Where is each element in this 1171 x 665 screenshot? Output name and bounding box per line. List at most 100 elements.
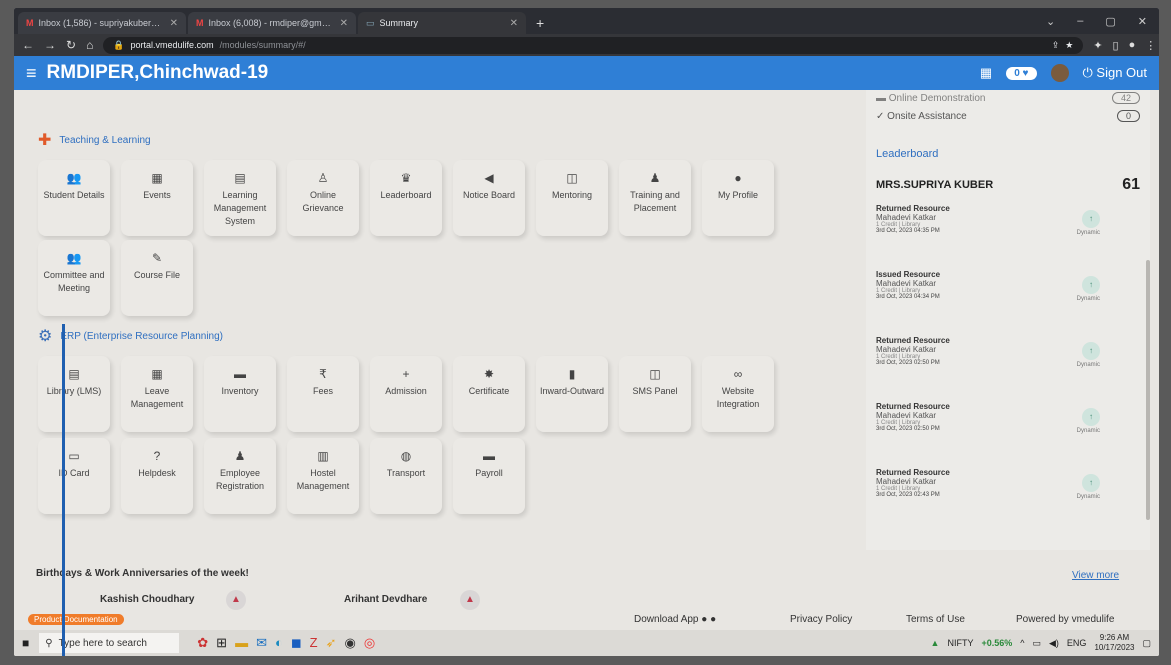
module-tile[interactable]: ◀ Notice Board bbox=[453, 160, 525, 236]
privacy-policy-link[interactable]: Privacy Policy bbox=[790, 614, 852, 625]
activity-date: 3rd Oct, 2023 02:43 PM bbox=[876, 492, 940, 498]
monitor-icon: ▬ bbox=[876, 92, 886, 104]
wallet-icon: ▬ bbox=[483, 449, 495, 463]
terms-link[interactable]: Terms of Use bbox=[906, 614, 965, 625]
minimize-icon[interactable]: – bbox=[1077, 15, 1083, 28]
activity-title: Returned Resource bbox=[876, 468, 950, 477]
browser-tab-active[interactable]: ▭ Summary ✕ bbox=[358, 12, 526, 34]
module-tile[interactable]: ▭ ID Card bbox=[38, 438, 110, 514]
module-tile-label: Transport bbox=[386, 468, 426, 478]
hamburger-icon[interactable]: ≡ bbox=[26, 63, 37, 84]
module-tile[interactable]: ▦ Leave Management bbox=[121, 356, 193, 432]
module-tile[interactable]: ▦ Events bbox=[121, 160, 193, 236]
activity-item[interactable]: Returned Resource Mahadevi Katkar 1 Credit… bbox=[866, 200, 1150, 266]
activity-item[interactable]: Returned Resource Mahadevi Katkar 1 Credit… bbox=[866, 398, 1150, 464]
module-tile[interactable]: ♛ Leaderboard bbox=[370, 160, 442, 236]
widgets-icon[interactable]: ✿ bbox=[197, 635, 208, 651]
network-icon[interactable]: ▭ bbox=[1032, 638, 1041, 649]
module-tile[interactable]: ◍ Transport bbox=[370, 438, 442, 514]
onsite-row[interactable]: ✓ Onsite Assistance 0 bbox=[866, 106, 1150, 126]
download-app-link[interactable]: Download App ● ● bbox=[634, 614, 716, 625]
extension-icon[interactable]: ✦ bbox=[1093, 39, 1102, 52]
clock-time: 9:26 AM bbox=[1099, 633, 1130, 642]
language-indicator[interactable]: ENG bbox=[1067, 638, 1087, 648]
clock[interactable]: 9:26 AM 10/17/2023 bbox=[1094, 633, 1134, 653]
maximize-icon[interactable]: ▢ bbox=[1105, 15, 1115, 28]
online-demo-row[interactable]: ▬ Online Demonstration 42 bbox=[866, 90, 1150, 106]
notification-badge[interactable]: 0 ♥ bbox=[1006, 66, 1037, 80]
edge-icon[interactable]: ◐ bbox=[275, 635, 283, 651]
activity-item[interactable]: Returned Resource Mahadevi Katkar 1 Credit… bbox=[866, 332, 1150, 398]
folder-icon[interactable]: ➶ bbox=[326, 635, 337, 651]
close-icon[interactable]: ✕ bbox=[510, 18, 518, 29]
task-view-icon[interactable]: ⊞ bbox=[216, 635, 227, 651]
browser-tab[interactable]: M Inbox (6,008) - rmdiper@gmail.c ✕ bbox=[188, 12, 356, 34]
volume-icon[interactable]: ◀) bbox=[1049, 638, 1059, 649]
view-more-link[interactable]: View more bbox=[1072, 570, 1119, 581]
module-tile[interactable]: ? Helpdesk bbox=[121, 438, 193, 514]
module-tile[interactable]: ♙ Online Grievance bbox=[287, 160, 359, 236]
share-icon[interactable]: ⇪ bbox=[1052, 40, 1060, 51]
sidebar-icon[interactable]: ▯ bbox=[1113, 39, 1119, 52]
module-tile[interactable]: + Admission bbox=[370, 356, 442, 432]
mail-icon[interactable]: ✉ bbox=[256, 635, 267, 651]
close-icon[interactable]: ✕ bbox=[340, 18, 348, 29]
activity-item[interactable]: Issued Resource Mahadevi Katkar 1 Credit |… bbox=[866, 266, 1150, 332]
user-tie-icon: ♟ bbox=[649, 171, 661, 185]
new-tab-icon[interactable]: + bbox=[528, 15, 552, 34]
panel-scrollbar[interactable] bbox=[1146, 260, 1150, 520]
module-tile[interactable]: ♟ Employee Registration bbox=[204, 438, 276, 514]
filezilla-icon[interactable]: Z bbox=[310, 635, 318, 651]
store-icon[interactable]: ◼ bbox=[291, 635, 302, 651]
browser-tab[interactable]: M Inbox (1,586) - supriyakuber@g ✕ bbox=[18, 12, 186, 34]
module-tile-label: Admission bbox=[385, 386, 427, 396]
module-tile[interactable]: ▤ Library (LMS) bbox=[38, 356, 110, 432]
module-tile[interactable]: ▥ Hostel Management bbox=[287, 438, 359, 514]
menu-icon[interactable]: ⋮ bbox=[1145, 39, 1156, 52]
reload-icon[interactable]: ↻ bbox=[66, 38, 76, 52]
activity-tag: Dynamic bbox=[1076, 230, 1100, 236]
module-tile[interactable]: ♟ Training and Placement bbox=[619, 160, 691, 236]
module-tile[interactable]: ₹ Fees bbox=[287, 356, 359, 432]
module-tile[interactable]: ▬ Payroll bbox=[453, 438, 525, 514]
avatar[interactable] bbox=[1050, 64, 1069, 82]
module-tile[interactable]: ◫ Mentoring bbox=[536, 160, 608, 236]
module-tile-label: Notice Board bbox=[462, 190, 516, 200]
file-explorer-icon[interactable]: ▬ bbox=[235, 635, 248, 651]
forward-icon[interactable]: → bbox=[44, 38, 56, 52]
chevron-down-icon[interactable]: ⌄ bbox=[1046, 15, 1055, 28]
module-tile[interactable]: ▤ Learning Management System bbox=[204, 160, 276, 236]
home-icon[interactable]: ⌂ bbox=[86, 38, 93, 52]
close-icon[interactable]: ✕ bbox=[170, 18, 178, 29]
module-tile[interactable]: ✎ Course File bbox=[121, 240, 193, 316]
module-tile[interactable]: ◫ SMS Panel bbox=[619, 356, 691, 432]
notification-icon[interactable]: ▢ bbox=[1142, 638, 1151, 649]
tray-expand-icon[interactable]: ^ bbox=[1020, 638, 1024, 648]
module-tile[interactable]: ✸ Certificate bbox=[453, 356, 525, 432]
star-icon[interactable]: ★ bbox=[1065, 40, 1073, 51]
system-tray: ▲ NIFTY +0.56% ^ ▭ ◀) ENG 9:26 AM 10/17/… bbox=[931, 633, 1151, 653]
signout-button[interactable]: ⏻ Sign Out bbox=[1083, 65, 1148, 81]
module-tile[interactable]: 👥 Student Details bbox=[38, 160, 110, 236]
module-tile[interactable]: ▮ Inward-Outward bbox=[536, 356, 608, 432]
url-field[interactable]: 🔒 portal.vmedulife.com/modules/summary/#… bbox=[103, 36, 1084, 54]
megaphone-icon: ◀ bbox=[484, 171, 494, 185]
module-tile[interactable]: ● My Profile bbox=[702, 160, 774, 236]
taskbar-search[interactable]: ⚲ Type here to search bbox=[39, 633, 180, 653]
calendar-icon: ▦ bbox=[151, 367, 163, 381]
graduation-cap-icon: ✚ bbox=[38, 132, 52, 149]
module-tile[interactable]: ∞ Website Integration bbox=[702, 356, 774, 432]
activity-item[interactable]: Returned Resource Mahadevi Katkar 1 Credit… bbox=[866, 464, 1150, 530]
grid-icon[interactable]: ▦ bbox=[980, 65, 992, 81]
module-tile[interactable]: ▬ Inventory bbox=[204, 356, 276, 432]
profile-icon[interactable]: ● bbox=[1129, 39, 1136, 52]
product-documentation-button[interactable]: Product Documentation bbox=[28, 614, 124, 625]
module-tile-label: Employee Registration bbox=[215, 468, 265, 491]
chrome-icon[interactable]: ◎ bbox=[364, 635, 375, 651]
media-icon[interactable]: ◉ bbox=[344, 635, 355, 651]
teaching-section-title: ✚ Teaching & Learning bbox=[38, 130, 151, 150]
module-tile[interactable]: 👥 Committee and Meeting bbox=[38, 240, 110, 316]
windows-start-icon[interactable]: ■ bbox=[22, 636, 29, 650]
back-icon[interactable]: ← bbox=[22, 38, 34, 52]
close-window-icon[interactable]: ✕ bbox=[1138, 15, 1147, 28]
